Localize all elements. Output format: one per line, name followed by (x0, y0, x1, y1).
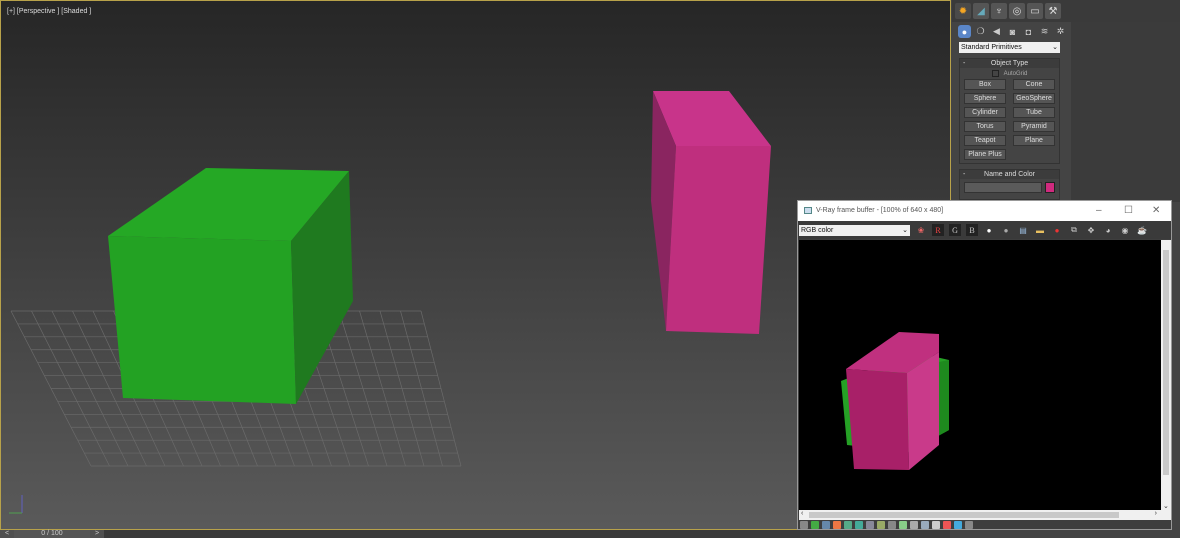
red-channel-button[interactable]: R (932, 224, 944, 236)
create-icon[interactable]: ✹ (955, 3, 971, 19)
vfb-tool-icon[interactable] (932, 521, 940, 529)
scroll-left-icon[interactable]: ‹ (801, 510, 803, 517)
vfb-bottom-toolbar (800, 521, 973, 529)
blue-channel-button[interactable]: B (966, 224, 978, 236)
vfb-titlebar[interactable]: V-Ray frame buffer - [100% of 640 x 480]… (798, 201, 1171, 221)
next-frame-button[interactable]: > (90, 530, 104, 538)
vfb-tool-icon[interactable] (943, 521, 951, 529)
panel-empty-area (1071, 22, 1180, 202)
name-color-rollout: - Name and Color (959, 169, 1060, 201)
green-box-front (108, 236, 296, 404)
minimize-button[interactable]: – (1096, 201, 1102, 221)
geometry-icon[interactable]: ● (958, 25, 971, 38)
horizontal-scrollbar[interactable]: ‹ › (799, 510, 1171, 520)
display-icon[interactable]: ▭ (1027, 3, 1043, 19)
cameras-icon[interactable]: ◙ (1006, 25, 1019, 38)
vertical-scrollbar[interactable]: ⌄ (1161, 240, 1171, 510)
object-color-swatch[interactable] (1045, 182, 1055, 194)
render-teapot-icon[interactable]: ☕ (1136, 224, 1148, 236)
systems-icon[interactable]: ✲ (1054, 25, 1067, 38)
window-icon (804, 207, 812, 214)
primitive-button-box[interactable]: Box (964, 79, 1006, 91)
white-circle-icon[interactable]: ● (983, 224, 995, 236)
vfb-tool-icon[interactable] (844, 521, 852, 529)
axis-tripod (9, 495, 23, 514)
scroll-down-icon[interactable]: ⌄ (1163, 502, 1169, 510)
render-magenta-box-front (846, 369, 909, 470)
scroll-right-icon[interactable]: › (1155, 510, 1157, 517)
object-type-header[interactable]: - Object Type (960, 59, 1059, 68)
shapes-icon[interactable]: ❍ (974, 25, 987, 38)
stop-icon[interactable]: ◉ (1119, 224, 1131, 236)
save-icon[interactable]: ▤ (1017, 224, 1029, 236)
utilities-icon[interactable]: ⚒ (1045, 3, 1061, 19)
vfb-tool-icon[interactable] (888, 521, 896, 529)
category-dropdown[interactable]: Standard Primitives ⌄ (959, 42, 1060, 53)
render-image (799, 240, 1161, 510)
chevron-down-icon: ⌄ (902, 226, 908, 234)
primitive-button-cone[interactable]: Cone (1013, 79, 1055, 91)
rollout-title: Name and Color (984, 171, 1035, 179)
hierarchy-icon[interactable]: ♆ (991, 3, 1007, 19)
primitive-button-plane[interactable]: Plane (1013, 135, 1055, 147)
channel-dropdown[interactable]: RGB color ⌄ (799, 224, 910, 236)
prev-frame-button[interactable]: < (0, 530, 14, 538)
primitive-button-torus[interactable]: Torus (964, 121, 1006, 133)
close-button[interactable]: ✕ (1152, 201, 1160, 221)
duplicate-icon[interactable]: ⧉ (1068, 224, 1080, 236)
vfb-tool-icon[interactable] (921, 521, 929, 529)
vfb-tool-icon[interactable] (822, 521, 830, 529)
primitive-button-teapot[interactable]: Teapot (964, 135, 1006, 147)
vfb-tool-icon[interactable] (811, 521, 819, 529)
chevron-down-icon: ⌄ (1052, 44, 1058, 51)
autogrid-label: AutoGrid (1003, 71, 1028, 78)
track-mouse-icon[interactable]: ✥ (1085, 224, 1097, 236)
primitive-button-sphere[interactable]: Sphere (964, 93, 1006, 105)
vfb-tool-icon[interactable] (855, 521, 863, 529)
frame-counter[interactable]: 0 / 100 (14, 530, 90, 538)
vfb-tool-icon[interactable] (954, 521, 962, 529)
category-value: Standard Primitives (961, 44, 1022, 51)
spacewarps-icon[interactable]: ≋ (1038, 25, 1051, 38)
vfb-tool-icon[interactable] (833, 521, 841, 529)
name-color-header[interactable]: - Name and Color (960, 170, 1059, 180)
modify-icon[interactable]: ◢ (973, 3, 989, 19)
viewport-label[interactable]: [+] [Perspective ] [Shaded ] (7, 8, 91, 15)
vfb-tool-icon[interactable] (899, 521, 907, 529)
color-channels-icon[interactable]: ❀ (915, 224, 927, 236)
vfb-tool-icon[interactable] (866, 521, 874, 529)
region-render-icon[interactable]: ◕ (1102, 224, 1114, 236)
green-channel-button[interactable]: G (949, 224, 961, 236)
vray-frame-buffer-window: V-Ray frame buffer - [100% of 640 x 480]… (797, 200, 1172, 530)
primitive-button-plane-plus[interactable]: Plane Plus (964, 149, 1006, 161)
window-title: V-Ray frame buffer - [100% of 640 x 480] (816, 207, 944, 214)
primitive-button-tube[interactable]: Tube (1013, 107, 1055, 119)
maximize-button[interactable]: ☐ (1124, 201, 1133, 221)
object-type-rollout: - Object Type AutoGrid Box Cone Sphere GeoSp… (959, 58, 1060, 165)
vfb-tool-icon[interactable] (877, 521, 885, 529)
motion-icon[interactable]: ◎ (1009, 3, 1025, 19)
primitive-button-cylinder[interactable]: Cylinder (964, 107, 1006, 119)
channel-value: RGB color (801, 226, 834, 234)
green-box (108, 168, 353, 404)
magenta-box-front (666, 146, 771, 334)
vfb-tool-icon[interactable] (965, 521, 973, 529)
vfb-toolbar: RGB color ⌄ ❀ R G B ● ● ▤ ▬ ● ⧉ ✥ ◕ ◉ ☕ (798, 221, 1171, 239)
magenta-box (651, 91, 771, 334)
vfb-tool-icon[interactable] (910, 521, 918, 529)
lights-icon[interactable]: ◀ (990, 25, 1003, 38)
object-name-input[interactable] (964, 182, 1043, 194)
primitive-button-pyramid[interactable]: Pyramid (1013, 121, 1055, 133)
rollout-title: Object Type (990, 60, 1029, 67)
helpers-icon[interactable]: ◘ (1022, 25, 1035, 38)
folder-icon[interactable]: ▬ (1034, 224, 1046, 236)
autogrid-checkbox[interactable]: AutoGrid (960, 70, 1059, 77)
time-slider[interactable]: < 0 / 100 > (0, 530, 950, 538)
primitive-button-geosphere[interactable]: GeoSphere (1013, 93, 1055, 105)
vfb-tool-icon[interactable] (800, 521, 808, 529)
gray-circle-icon[interactable]: ● (1000, 224, 1012, 236)
clear-icon[interactable]: ● (1051, 224, 1063, 236)
